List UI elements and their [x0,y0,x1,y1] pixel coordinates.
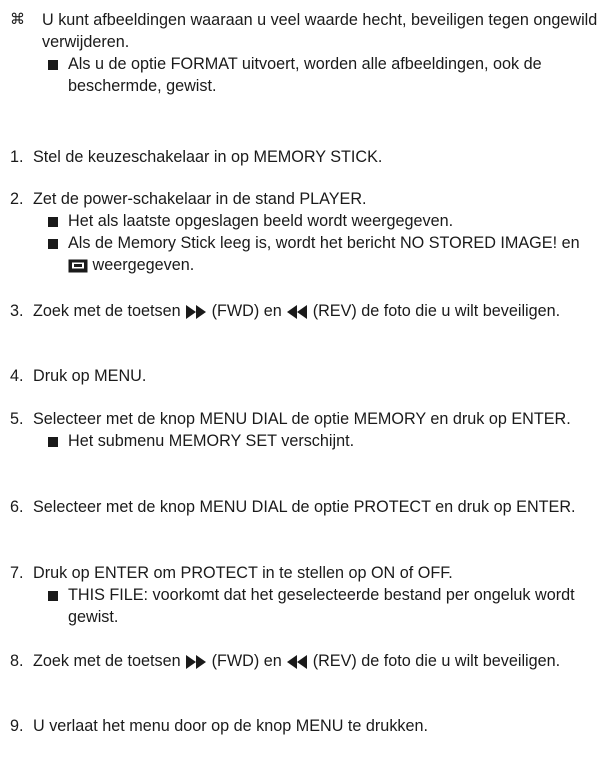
step-number: 1. [10,148,24,166]
step-text: Stel de keuzeschakelaar in op MEMORY STI… [33,148,383,166]
command-symbol-icon: ⌘ [10,11,25,28]
intro-bullet-text: Als u de optie FORMAT uitvoert, worden a… [68,55,542,95]
step-text: (REV) de foto die u wilt beveiligen. [312,302,561,320]
fast-forward-icon [186,655,207,669]
intro-text: U kunt afbeeldingen waaraan u veel waard… [42,11,598,51]
step-1: 1. Stel de keuzeschakelaar in op MEMORY … [10,146,602,168]
step-bullet-text-end: weergegeven. [92,256,195,274]
step-bullet-text: Als de Memory Stick leeg is, wordt het b… [68,234,580,252]
step-number: 2. [10,190,24,208]
step-text: U verlaat het menu door op de knop MENU … [33,717,429,735]
step-text: Zoek met de toetsen [33,302,181,320]
step-text: Selecteer met de knop MENU DIAL de optie… [33,410,571,428]
step-6: 6. Selecteer met de knop MENU DIAL de op… [10,496,602,518]
step-3: 3. Zoek met de toetsen (FWD) en (REV) de… [10,300,602,322]
step-number: 3. [10,302,24,320]
step-text: (FWD) en [211,652,282,670]
step-bullet-text: Het submenu MEMORY SET verschijnt. [68,432,355,450]
intro-bullet: Als u de optie FORMAT uitvoert, worden a… [10,53,602,97]
step-9: 9. U verlaat het menu door op de knop ME… [10,715,602,737]
bullet-square-icon [48,217,58,227]
step-bullet: Het submenu MEMORY SET verschijnt. [33,430,602,452]
step-number: 5. [10,410,24,428]
step-bullet: THIS FILE: voorkomt dat het geselecteerd… [33,584,602,628]
bullet-square-icon [48,437,58,447]
memory-stick-icon [68,259,88,273]
step-text: (FWD) en [211,302,282,320]
step-8: 8. Zoek met de toetsen (FWD) en (REV) de… [10,650,602,672]
step-7: 7. Druk op ENTER om PROTECT in te stelle… [10,562,602,628]
step-number: 8. [10,652,24,670]
step-bullet: Als de Memory Stick leeg is, wordt het b… [33,232,602,276]
step-text: (REV) de foto die u wilt beveiligen. [312,652,561,670]
step-text: Zet de power-schakelaar in de stand PLAY… [33,190,367,208]
step-2: 2. Zet de power-schakelaar in de stand P… [10,188,602,276]
step-bullet: Het als laatste opgeslagen beeld wordt w… [33,210,602,232]
fast-forward-icon [186,305,207,319]
step-number: 6. [10,498,24,516]
step-number: 9. [10,717,24,735]
step-text: Selecteer met de knop MENU DIAL de optie… [33,498,576,516]
rewind-icon [287,305,308,319]
step-text: Druk op MENU. [33,367,147,385]
step-bullet-text: Het als laatste opgeslagen beeld wordt w… [68,212,454,230]
step-5: 5. Selecteer met de knop MENU DIAL de op… [10,408,602,452]
bullet-square-icon [48,60,58,70]
bullet-square-icon [48,591,58,601]
step-bullet-text: THIS FILE: voorkomt dat het geselecteerd… [68,586,575,626]
step-number: 4. [10,367,24,385]
intro-note: ⌘ U kunt afbeeldingen waaraan u veel waa… [10,9,602,97]
rewind-icon [287,655,308,669]
step-number: 7. [10,564,24,582]
bullet-square-icon [48,239,58,249]
step-4: 4. Druk op MENU. [10,365,602,387]
step-text: Druk op ENTER om PROTECT in te stellen o… [33,564,453,582]
step-text: Zoek met de toetsen [33,652,181,670]
